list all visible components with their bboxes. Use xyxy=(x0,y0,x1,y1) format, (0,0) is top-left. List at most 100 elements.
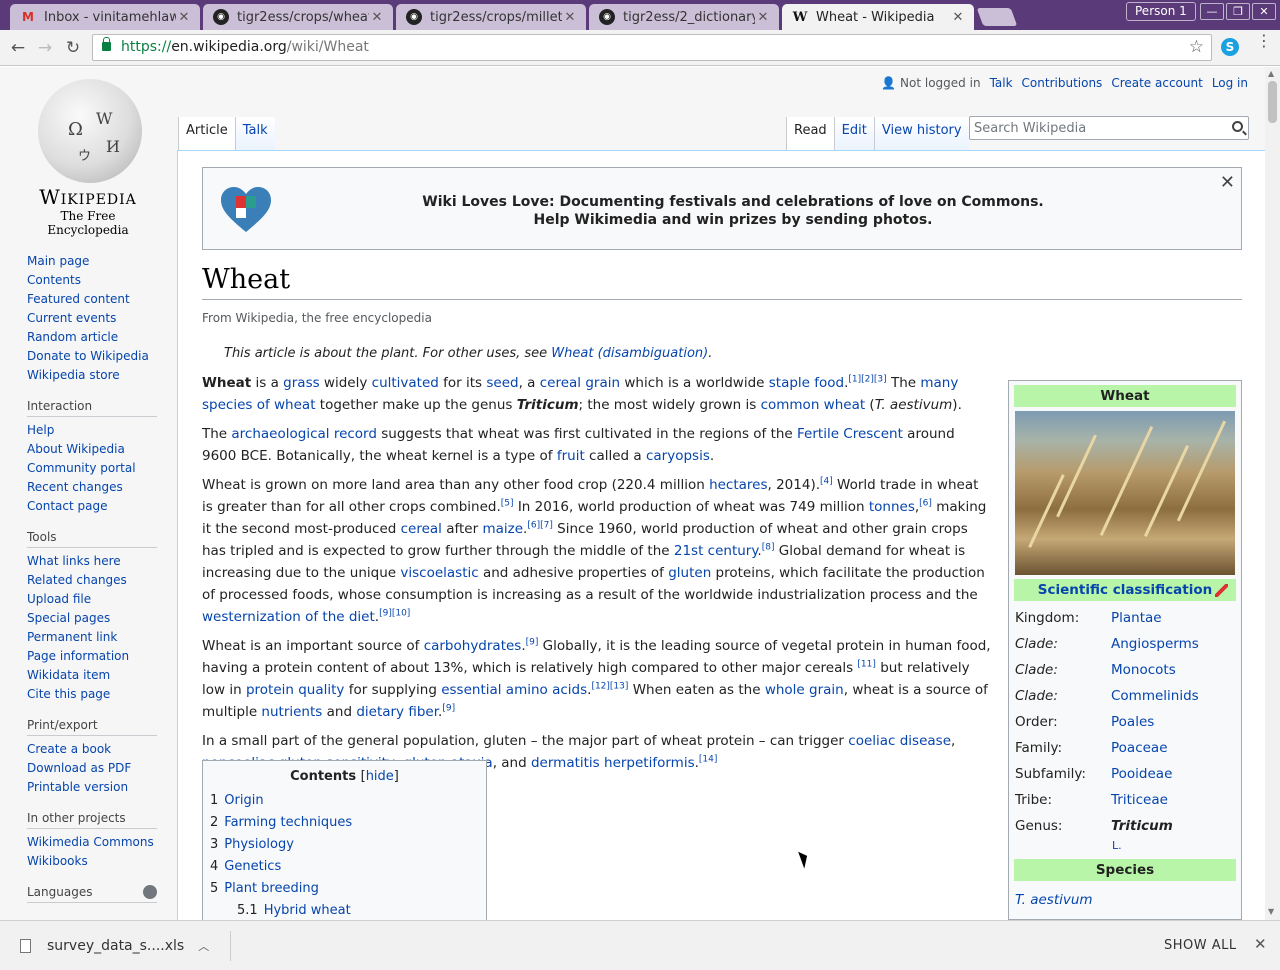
banner-message[interactable]: Wiki Loves Love: Documenting festivals a… xyxy=(293,193,1173,229)
skype-extension-icon[interactable]: S xyxy=(1221,38,1239,56)
species-link[interactable]: T. aestivum xyxy=(1014,885,1236,915)
toc-item[interactable]: 5.1 Hybrid wheat xyxy=(210,900,479,920)
sidebar-item-upload-file[interactable]: Upload file xyxy=(27,590,157,609)
sidebar-item-related-changes[interactable]: Related changes xyxy=(27,571,157,590)
github-icon: ◉ xyxy=(599,9,615,25)
toc-item[interactable]: 1 Origin xyxy=(210,790,479,812)
sidebar-item-store[interactable]: Wikipedia store xyxy=(27,366,157,385)
chevron-up-icon[interactable]: ︿ xyxy=(198,938,209,954)
browser-tab-github-dictionary[interactable]: ◉ tigr2ess/2_dictionary ✕ xyxy=(589,4,779,30)
sidebar-item-about[interactable]: About Wikipedia xyxy=(27,440,157,459)
search-input[interactable] xyxy=(970,117,1218,139)
user-talk-link[interactable]: Talk xyxy=(990,76,1013,90)
tab-read[interactable]: Read xyxy=(786,117,834,150)
browser-menu-icon[interactable]: ⋮ xyxy=(1256,33,1272,49)
sidebar-item-wikibooks[interactable]: Wikibooks xyxy=(27,852,157,871)
central-notice-banner: Wiki Loves Love: Documenting festivals a… xyxy=(202,167,1242,250)
tab-article[interactable]: Article xyxy=(178,117,235,150)
browser-tab-github-millets[interactable]: ◉ tigr2ess/crops/millets ✕ xyxy=(396,4,586,30)
sidebar-item-featured-content[interactable]: Featured content xyxy=(27,290,157,309)
sidebar-item-permanent-link[interactable]: Permanent link xyxy=(27,628,157,647)
close-window-icon[interactable]: ✕ xyxy=(1252,3,1276,20)
banner-close-icon[interactable]: ✕ xyxy=(1220,172,1235,193)
minimize-icon[interactable]: — xyxy=(1200,3,1224,20)
wheat-photo[interactable] xyxy=(1015,411,1235,575)
download-separator xyxy=(230,931,231,961)
close-tab-icon[interactable]: ✕ xyxy=(755,10,771,25)
sidebar-item-main-page[interactable]: Main page xyxy=(27,252,157,271)
sidebar-item-wikimedia-commons[interactable]: Wikimedia Commons xyxy=(27,833,157,852)
search-icon[interactable] xyxy=(1232,121,1243,132)
toc-hide-link[interactable]: hide xyxy=(366,769,394,784)
edit-pencil-icon[interactable] xyxy=(1215,584,1228,597)
sidebar-item-wikidata-item[interactable]: Wikidata item xyxy=(27,666,157,685)
sidebar-item-printable-version[interactable]: Printable version xyxy=(27,778,157,797)
browser-tab-wikipedia[interactable]: W Wheat - Wikipedia ✕ xyxy=(782,4,974,30)
maximize-icon[interactable]: ❐ xyxy=(1226,3,1250,20)
sidebar-item-help[interactable]: Help xyxy=(27,421,157,440)
bookmark-star-icon[interactable]: ☆ xyxy=(1189,37,1204,57)
forward-icon[interactable]: → xyxy=(34,37,56,59)
github-icon: ◉ xyxy=(406,9,422,25)
sidebar-item-community-portal[interactable]: Community portal xyxy=(27,459,157,478)
sidebar-item-download-pdf[interactable]: Download as PDF xyxy=(27,759,157,778)
tab-title: tigr2ess/2_dictionary xyxy=(623,9,755,25)
sidebar-item-cite-this-page[interactable]: Cite this page xyxy=(27,685,157,704)
sidebar-item-what-links-here[interactable]: What links here xyxy=(27,552,157,571)
toc-item[interactable]: 2 Farming techniques xyxy=(210,812,479,834)
close-download-bar-icon[interactable]: ✕ xyxy=(1254,935,1267,953)
close-tab-icon[interactable]: ✕ xyxy=(176,10,192,25)
gear-icon[interactable] xyxy=(143,885,157,899)
create-account-link[interactable]: Create account xyxy=(1111,76,1203,90)
sidebar-item-special-pages[interactable]: Special pages xyxy=(27,609,157,628)
tab-title: Inbox - vinitamehlaw xyxy=(44,9,176,25)
wikipedia-logo[interactable]: Ω W И ウ Wikipedia The Free Encyclopedia xyxy=(28,79,148,237)
toc-item[interactable]: 5 Plant breeding xyxy=(210,878,479,900)
close-tab-icon[interactable]: ✕ xyxy=(950,10,966,25)
tab-edit[interactable]: Edit xyxy=(833,117,874,150)
log-in-link[interactable]: Log in xyxy=(1212,76,1248,90)
address-bar[interactable]: https://en.wikipedia.org/wiki/Wheat ☆ xyxy=(92,34,1212,61)
sidebar-item-contact[interactable]: Contact page xyxy=(27,497,157,516)
gmail-icon: M xyxy=(22,10,34,24)
close-tab-icon[interactable]: ✕ xyxy=(562,10,578,25)
page-scrollbar[interactable]: ▲ ▼ xyxy=(1265,67,1280,920)
site-subtitle: From Wikipedia, the free encyclopedia xyxy=(202,311,432,325)
sidebar-item-random-article[interactable]: Random article xyxy=(27,328,157,347)
toc-item[interactable]: 3 Physiology xyxy=(210,834,479,856)
back-icon[interactable]: ← xyxy=(7,37,29,59)
sidebar-item-page-information[interactable]: Page information xyxy=(27,647,157,666)
contributions-link[interactable]: Contributions xyxy=(1022,76,1103,90)
disambiguation-link[interactable]: Wheat (disambiguation) xyxy=(551,346,708,361)
download-item[interactable]: survey_data_s....xls ︿ xyxy=(20,938,209,954)
scientific-classification-heading[interactable]: Scientific classification xyxy=(1014,579,1236,601)
sidebar-item-contents[interactable]: Contents xyxy=(27,271,157,290)
reload-icon[interactable]: ↻ xyxy=(62,37,84,59)
sidebar-item-donate[interactable]: Donate to Wikipedia xyxy=(27,347,157,366)
sidebar-item-create-book[interactable]: Create a book xyxy=(27,740,157,759)
scroll-up-icon[interactable]: ▲ xyxy=(1268,69,1274,78)
close-tab-icon[interactable]: ✕ xyxy=(369,10,385,25)
sidebar-item-recent-changes[interactable]: Recent changes xyxy=(27,478,157,497)
tab-talk[interactable]: Talk xyxy=(234,117,275,150)
sidebar-heading-interaction: Interaction xyxy=(27,399,157,417)
toc-item[interactable]: 4 Genetics xyxy=(210,856,479,878)
scrollbar-thumb[interactable] xyxy=(1268,81,1277,123)
sidebar-item-current-events[interactable]: Current events xyxy=(27,309,157,328)
wiki-loves-love-heart-icon xyxy=(221,187,271,232)
genus-author[interactable]: L. xyxy=(1014,839,1236,853)
download-bar: survey_data_s....xls ︿ SHOW ALL ✕ xyxy=(0,920,1280,970)
url-text[interactable]: https://en.wikipedia.org/wiki/Wheat xyxy=(121,39,369,55)
show-all-button[interactable]: SHOW ALL xyxy=(1164,938,1237,953)
scroll-down-icon[interactable]: ▼ xyxy=(1268,907,1274,916)
tab-view-history[interactable]: View history xyxy=(873,117,969,150)
browser-tab-github-wheat[interactable]: ◉ tigr2ess/crops/wheat ✕ xyxy=(203,4,393,30)
paragraph: Wheat is a grass widely cultivated for i… xyxy=(202,374,962,413)
sidebar-heading-projects: In other projects xyxy=(27,811,157,829)
sidebar-navigation: Main page Contents Featured content Curr… xyxy=(27,252,157,385)
wikipedia-page: Ω W И ウ Wikipedia The Free Encyclopedia … xyxy=(0,67,1265,920)
new-tab-button[interactable] xyxy=(976,8,1018,26)
profile-button[interactable]: Person 1 xyxy=(1126,2,1196,21)
browser-tab-gmail[interactable]: M Inbox - vinitamehlaw ✕ xyxy=(10,4,200,30)
paragraph: The archaeological record suggests that … xyxy=(202,426,955,464)
